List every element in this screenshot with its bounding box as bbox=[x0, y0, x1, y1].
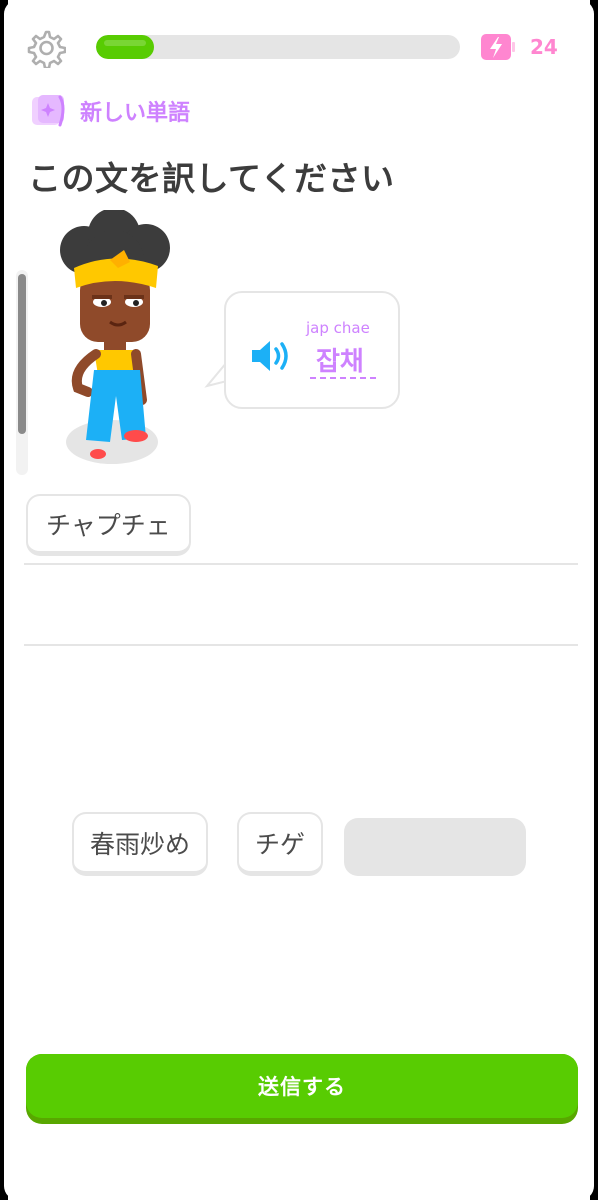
word-hint-underline bbox=[310, 377, 376, 379]
korean-word[interactable]: 잡채 bbox=[316, 341, 364, 378]
selected-word-chip[interactable]: チャプチェ bbox=[26, 494, 191, 556]
new-word-badge: 新しい単語 bbox=[30, 93, 190, 129]
scrollbar[interactable] bbox=[16, 270, 28, 475]
progress-shine bbox=[104, 40, 147, 46]
sparkle-card-icon bbox=[32, 95, 65, 127]
word-bank-chip[interactable]: チゲ bbox=[237, 812, 324, 876]
lesson-screen: 24 新しい単語 この文を訳してください jap chae 잡채 チャプチェ 春… bbox=[4, 0, 594, 1200]
battery-icon bbox=[481, 34, 515, 60]
answer-line-2 bbox=[24, 644, 578, 646]
scrollbar-thumb[interactable] bbox=[18, 274, 26, 434]
submit-button[interactable]: 送信する bbox=[26, 1054, 578, 1124]
lesson-progress-bar bbox=[96, 35, 460, 59]
submit-button-label: 送信する bbox=[26, 1054, 578, 1118]
character-illustration bbox=[60, 210, 170, 464]
energy-indicator[interactable]: 24 bbox=[480, 30, 570, 64]
speaker-icon[interactable] bbox=[250, 337, 292, 375]
gear-icon[interactable] bbox=[26, 28, 66, 68]
answer-line-1 bbox=[24, 563, 578, 565]
energy-count: 24 bbox=[530, 35, 558, 59]
romanization: jap chae bbox=[306, 319, 370, 337]
new-word-label: 新しい単語 bbox=[80, 101, 191, 126]
word-bank-empty-slot bbox=[344, 818, 526, 876]
page-title: この文を訳してください bbox=[28, 159, 395, 198]
progress-fill bbox=[96, 35, 155, 59]
speech-bubble: jap chae 잡채 bbox=[224, 291, 400, 409]
word-bank-chip[interactable]: 春雨炒め bbox=[72, 812, 209, 876]
